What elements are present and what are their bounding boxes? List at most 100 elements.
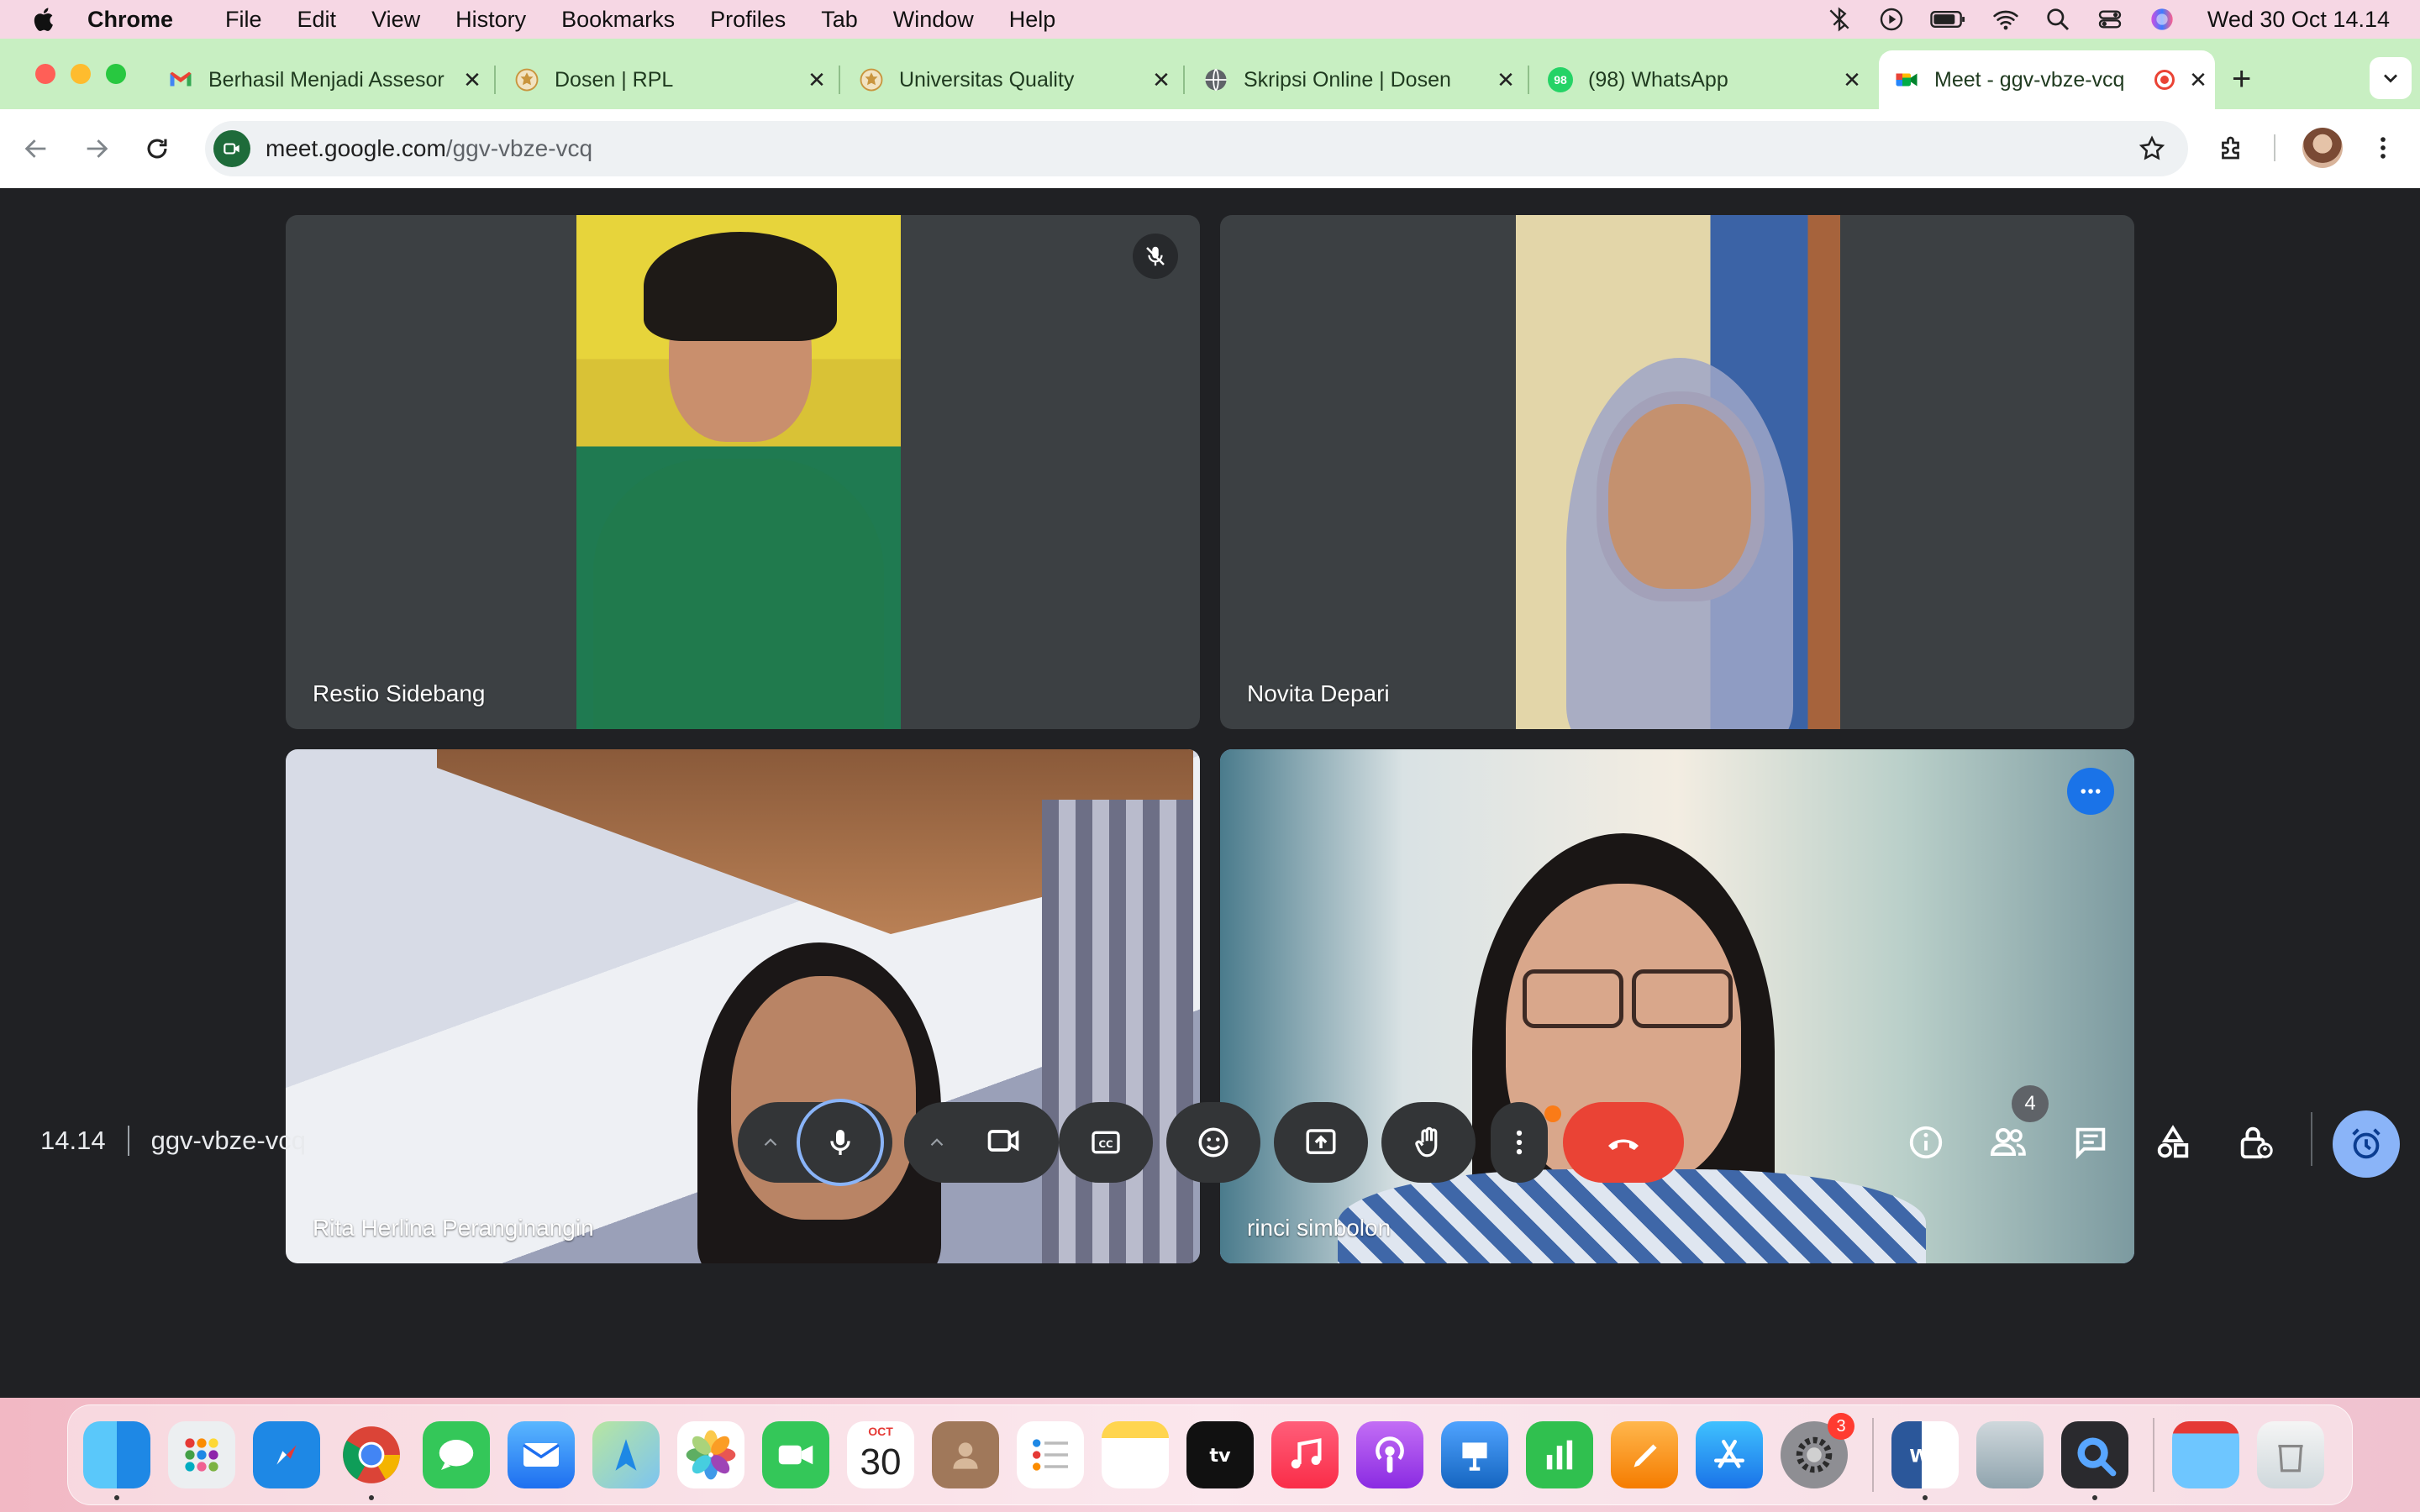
close-tab-icon[interactable]: ✕ <box>800 67 834 93</box>
chevron-up-icon[interactable] <box>926 1131 948 1153</box>
extensions-button[interactable] <box>2212 128 2252 168</box>
new-tab-button[interactable]: + <box>2232 60 2251 98</box>
reminders-icon[interactable] <box>1017 1421 1084 1488</box>
close-tab-icon[interactable]: ✕ <box>1489 67 1523 93</box>
contacts-icon[interactable] <box>932 1421 999 1488</box>
chrome-menu-button[interactable] <box>2363 128 2403 168</box>
participant-tile-rita[interactable]: Rita Herlina Peranginangin <box>286 749 1200 1263</box>
captions-button[interactable]: CC <box>1059 1102 1153 1183</box>
running-indicator <box>369 1495 374 1500</box>
tab-search-button[interactable] <box>2370 57 2412 99</box>
battery-icon[interactable] <box>1930 6 1967 33</box>
microsoft-word-icon[interactable]: W <box>1891 1421 1959 1500</box>
participant-count-badge: 4 <box>2012 1085 2049 1122</box>
now-playing-icon[interactable] <box>1878 6 1905 33</box>
participant-tile-rinci[interactable]: rinci simbolon <box>1220 749 2134 1263</box>
apple-tv-icon[interactable]: tv <box>1186 1421 1254 1488</box>
safari-icon[interactable] <box>253 1421 320 1488</box>
maps-icon[interactable] <box>592 1421 660 1488</box>
siri-icon[interactable] <box>2149 6 2175 33</box>
reload-button[interactable] <box>138 129 176 168</box>
back-button[interactable] <box>17 129 55 168</box>
timer-button[interactable] <box>2333 1110 2400 1178</box>
music-icon[interactable] <box>1271 1421 1339 1488</box>
profile-avatar[interactable] <box>2302 128 2343 168</box>
trash-icon[interactable] <box>2257 1421 2324 1488</box>
app-menu-chrome[interactable]: Chrome <box>87 7 173 33</box>
host-controls-button[interactable] <box>2230 1117 2281 1168</box>
participant-tile-restio[interactable]: Restio Sidebang <box>286 215 1200 729</box>
people-button[interactable] <box>1983 1117 2033 1168</box>
tab-universitas-quality[interactable]: Universitas Quality ✕ <box>844 50 1178 109</box>
photos-icon[interactable] <box>677 1421 744 1488</box>
participant-name: Rita Herlina Peranginangin <box>313 1215 594 1241</box>
applications-folder-icon[interactable] <box>2172 1421 2239 1488</box>
menu-file[interactable]: File <box>225 7 262 33</box>
zoom-window-button[interactable] <box>106 64 126 84</box>
raise-hand-button[interactable] <box>1381 1102 1476 1183</box>
menu-history[interactable]: History <box>455 7 526 33</box>
reactions-button[interactable] <box>1166 1102 1260 1183</box>
notes-icon[interactable] <box>1102 1421 1169 1488</box>
menu-tab[interactable]: Tab <box>821 7 858 33</box>
address-bar[interactable]: meet.google.com /ggv-vbze-vcq <box>205 121 2188 176</box>
app-store-icon[interactable] <box>1696 1421 1763 1488</box>
mail-icon[interactable] <box>508 1421 575 1488</box>
chrome-icon[interactable] <box>338 1421 405 1500</box>
bookmark-star-icon[interactable] <box>2138 134 2166 169</box>
apple-logo-icon[interactable] <box>30 5 59 34</box>
leave-call-button[interactable] <box>1563 1102 1684 1183</box>
launchpad-icon[interactable] <box>168 1421 235 1488</box>
menu-help[interactable]: Help <box>1009 7 1056 33</box>
tab-title: Dosen | RPL <box>555 67 674 92</box>
tab-whatsapp[interactable]: 98 (98) WhatsApp ✕ <box>1533 50 1869 109</box>
close-tab-icon[interactable]: ✕ <box>1835 67 1869 93</box>
participant-options-button[interactable] <box>2067 768 2114 815</box>
tab-gmail[interactable]: Berhasil Menjadi Assesor ✕ <box>153 50 489 109</box>
chat-icon <box>2075 1127 2106 1159</box>
podcasts-icon[interactable] <box>1356 1421 1423 1488</box>
messages-icon[interactable] <box>423 1421 490 1488</box>
system-settings-icon[interactable]: 3 <box>1781 1413 1854 1488</box>
minimize-window-button[interactable] <box>71 64 91 84</box>
meeting-details-button[interactable] <box>1901 1117 1951 1168</box>
forward-button[interactable] <box>77 129 116 168</box>
calendar-icon[interactable]: OCT 30 <box>847 1421 914 1488</box>
chat-button[interactable] <box>2065 1117 2116 1168</box>
tab-dosen-rpl[interactable]: Dosen | RPL ✕ <box>499 50 834 109</box>
camera-button[interactable] <box>985 1122 1022 1163</box>
bluetooth-off-icon[interactable] <box>1826 6 1853 33</box>
tab-skripsi-online[interactable]: Skripsi Online | Dosen ✕ <box>1188 50 1523 109</box>
microphone-button[interactable] <box>797 1099 884 1186</box>
close-tab-icon[interactable]: ✕ <box>455 67 489 93</box>
activities-button[interactable] <box>2148 1117 2198 1168</box>
quicktime-icon[interactable] <box>2061 1421 2128 1500</box>
pages-icon[interactable] <box>1611 1421 1678 1488</box>
chevron-up-icon[interactable] <box>760 1131 781 1153</box>
finder-icon[interactable] <box>83 1421 150 1500</box>
menu-view[interactable]: View <box>371 7 420 33</box>
close-tab-icon[interactable]: ✕ <box>2181 67 2215 93</box>
spotlight-search-icon[interactable] <box>2044 6 2071 33</box>
menu-profiles[interactable]: Profiles <box>710 7 786 33</box>
site-info-icon[interactable] <box>213 130 250 167</box>
numbers-icon[interactable] <box>1526 1421 1593 1488</box>
menu-bookmarks[interactable]: Bookmarks <box>561 7 675 33</box>
tab-google-meet[interactable]: Meet - ggv-vbze-vcq ✕ <box>1879 50 2215 109</box>
participant-name: rinci simbolon <box>1247 1215 1392 1241</box>
present-screen-button[interactable] <box>1274 1102 1368 1183</box>
preview-icon[interactable] <box>1976 1421 2044 1488</box>
menu-edit[interactable]: Edit <box>297 7 337 33</box>
close-window-button[interactable] <box>35 64 55 84</box>
menubar-clock[interactable]: Wed 30 Oct 14.14 <box>2207 7 2390 33</box>
participant-video <box>286 749 1200 1263</box>
menu-window[interactable]: Window <box>893 7 974 33</box>
participant-tile-novita[interactable]: Novita Depari <box>1220 215 2134 729</box>
control-center-icon[interactable] <box>2096 6 2123 33</box>
wifi-icon[interactable] <box>1992 6 2019 33</box>
facetime-icon[interactable] <box>762 1421 829 1488</box>
keynote-icon[interactable] <box>1441 1421 1508 1488</box>
meeting-code[interactable]: ggv-vbze-vcq <box>151 1126 306 1156</box>
more-options-button[interactable] <box>1491 1102 1548 1183</box>
close-tab-icon[interactable]: ✕ <box>1144 67 1178 93</box>
